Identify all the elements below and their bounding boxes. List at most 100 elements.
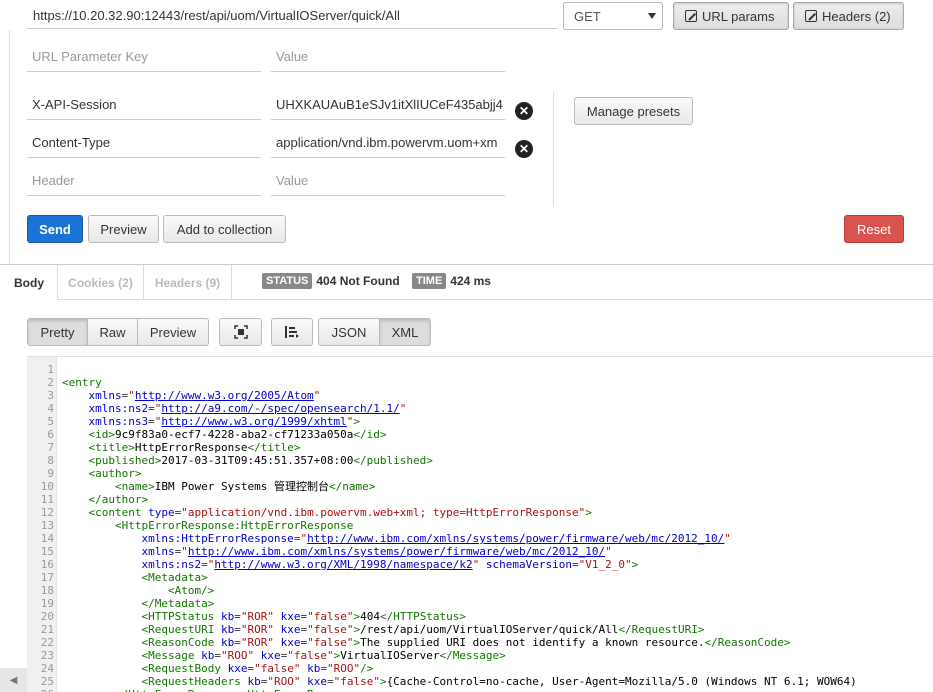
code-line: <Atom/> [167, 584, 215, 597]
line-number: 2 [47, 376, 54, 389]
code-line: <RequestURI kb="ROR" kxe="false">/rest/a… [141, 623, 705, 636]
line-number: 8 [47, 454, 54, 467]
response-body-code[interactable]: 1 2 <entry 3 xmlns="http://www.w3.org/2005/… [27, 356, 933, 692]
format-xml-label: XML [391, 324, 419, 340]
format-json-button[interactable]: JSON [318, 318, 380, 346]
tab-body[interactable]: Body [0, 265, 58, 300]
view-raw-label: Raw [99, 324, 126, 340]
code-line: xmlns:ns2="http://a9.com/-/spec/opensear… [88, 402, 407, 415]
add-to-collection-button[interactable]: Add to collection [163, 215, 286, 243]
header-key-value: Content-Type [32, 135, 111, 150]
status-group: STATUS 404 Not Found [262, 273, 400, 289]
header-value-value: UHXKAUAuB1eSJv1itXlIUCeF435abjj4 [276, 97, 503, 112]
view-pretty-label: Pretty [40, 324, 75, 340]
url-param-key-placeholder: URL Parameter Key [32, 49, 148, 64]
line-number: 17 [40, 571, 54, 584]
edit-icon [685, 10, 697, 22]
url-params-label: URL params [702, 8, 775, 24]
fullscreen-icon [233, 325, 248, 339]
line-number: 25 [40, 675, 54, 688]
code-line: </HttpErrorResponse:HttpErrorResponse> [62, 688, 367, 692]
wrap-button[interactable] [271, 318, 313, 346]
code-line: </author> [88, 493, 149, 506]
new-header-key-placeholder: Header [32, 173, 75, 188]
line-number: 7 [47, 441, 54, 454]
header-key-input[interactable]: Content-Type [27, 128, 261, 158]
time-value: 424 ms [450, 274, 491, 288]
view-raw-button[interactable]: Raw [87, 318, 138, 346]
wrap-lines-icon [285, 326, 299, 338]
code-line: <author> [88, 467, 142, 480]
new-header-key-input[interactable]: Header [27, 166, 261, 196]
code-line: <RequestHeaders kb="ROO" kxe="false">{Ca… [141, 675, 857, 688]
reset-label: Reset [857, 221, 891, 237]
url-param-value-input[interactable]: Value [271, 42, 505, 72]
line-number: 11 [40, 493, 54, 506]
line-number: 5 [47, 415, 54, 428]
status-badge: STATUS [262, 273, 313, 289]
code-line: <name>IBM Power Systems 管理控制台</name> [114, 480, 376, 493]
status-value: 404 Not Found [316, 274, 400, 288]
tab-body-label: Body [14, 275, 44, 290]
code-line: <HTTPStatus kb="ROR" kxe="false">404</HT… [141, 610, 467, 623]
send-button[interactable]: Send [27, 215, 83, 243]
url-param-value-placeholder: Value [276, 49, 309, 64]
code-line: <Message kb="ROO" kxe="false">VirtualIOS… [141, 649, 506, 662]
code-line: <entry [62, 376, 102, 389]
remove-header-icon[interactable]: ✕ [515, 102, 533, 120]
code-line: <published>2017-03-31T09:45:51.357+08:00… [88, 454, 433, 467]
manage-presets-button[interactable]: Manage presets [574, 97, 693, 125]
url-param-key-input[interactable]: URL Parameter Key [27, 42, 261, 72]
line-number: 18 [40, 584, 54, 597]
code-line: xmlns="http://www.ibm.com/xmlns/systems/… [141, 545, 612, 558]
url-input[interactable] [27, 2, 558, 29]
reset-button[interactable]: Reset [844, 215, 904, 243]
url-params-button[interactable]: URL params [673, 2, 789, 30]
line-number: 13 [40, 519, 54, 532]
tab-headers[interactable]: Headers (9) [143, 265, 232, 300]
view-pretty-button[interactable]: Pretty [27, 318, 88, 346]
scroll-left-arrow-icon[interactable]: ◀ [0, 668, 27, 692]
tab-headers-label: Headers (9) [154, 275, 221, 290]
header-value-input[interactable]: application/vnd.ibm.powervm.uom+xm [271, 128, 505, 158]
add-to-collection-label: Add to collection [176, 221, 273, 237]
preview-button[interactable]: Preview [88, 215, 159, 243]
code-line: <HttpErrorResponse:HttpErrorResponse [114, 519, 354, 532]
tab-cookies[interactable]: Cookies (2) [57, 265, 144, 300]
header-value-input[interactable]: UHXKAUAuB1eSJv1itXlIUCeF435abjj4 [271, 90, 505, 120]
format-xml-button[interactable]: XML [379, 318, 431, 346]
line-number: 16 [40, 558, 54, 571]
headers-label: Headers (2) [822, 8, 891, 24]
view-preview-button[interactable]: Preview [137, 318, 209, 346]
left-divider [9, 30, 10, 265]
code-line: xmlns="http://www.w3.org/2005/Atom" [88, 389, 321, 402]
line-number: 22 [40, 636, 54, 649]
method-select[interactable]: GET [563, 2, 663, 30]
line-number: 10 [40, 480, 54, 493]
line-number: 1 [47, 363, 54, 376]
line-number: 12 [40, 506, 54, 519]
line-number: 26 [27, 688, 54, 692]
manage-presets-label: Manage presets [586, 103, 681, 119]
code-line: xmlns:HttpErrorResponse="http://www.ibm.… [141, 532, 731, 545]
line-number: 3 [47, 389, 54, 402]
line-number: 15 [40, 545, 54, 558]
code-line: <Metadata> [141, 571, 208, 584]
fullscreen-button[interactable] [219, 318, 262, 346]
line-number: 21 [40, 623, 54, 636]
presets-divider [553, 92, 554, 207]
header-key-input[interactable]: X-API-Session [27, 90, 261, 120]
line-number: 19 [40, 597, 54, 610]
view-preview-label: Preview [149, 324, 197, 340]
method-value: GET [574, 8, 601, 24]
new-header-value-input[interactable]: Value [271, 166, 505, 196]
headers-button[interactable]: Headers (2) [793, 2, 904, 30]
send-label: Send [39, 221, 71, 237]
code-line: <title>HttpErrorResponse</title> [88, 441, 301, 454]
remove-header-icon[interactable]: ✕ [515, 140, 533, 158]
code-line: xmlns:ns3="http://www.w3.org/1999/xhtml"… [88, 415, 361, 428]
line-number: 20 [40, 610, 54, 623]
time-group: TIME 424 ms [412, 273, 491, 289]
time-badge: TIME [412, 273, 447, 289]
code-line: <id>9c9f83a0-ecf7-4228-aba2-cf71233a050a… [88, 428, 387, 441]
